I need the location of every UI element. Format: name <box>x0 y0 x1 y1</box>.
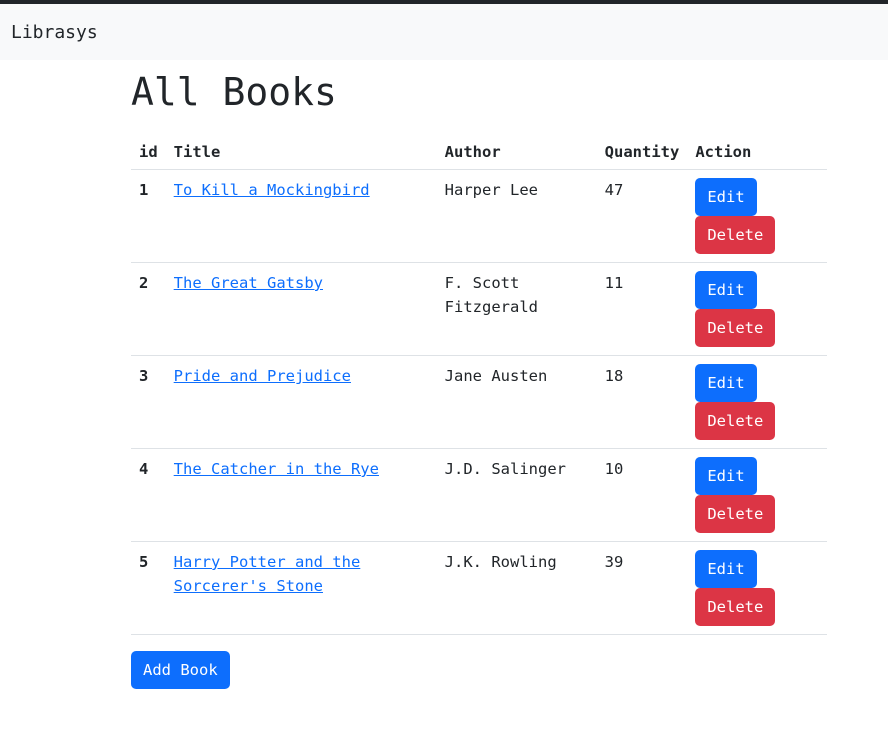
table-header-row: id Title Author Quantity Action <box>131 128 827 170</box>
edit-button[interactable]: Edit <box>695 178 757 216</box>
books-table: id Title Author Quantity Action 1 To Kil… <box>131 128 827 635</box>
book-quantity: 47 <box>596 169 688 263</box>
table-row: 5 Harry Potter and the Sorcerer's Stone … <box>131 541 827 635</box>
header-title: Title <box>165 128 437 170</box>
edit-button[interactable]: Edit <box>695 271 757 309</box>
book-title-link[interactable]: Pride and Prejudice <box>174 367 351 385</box>
book-id: 2 <box>131 262 166 356</box>
book-id: 1 <box>131 169 166 263</box>
book-author: F. Scott Fitzgerald <box>436 262 597 356</box>
book-quantity: 10 <box>596 448 688 542</box>
book-title-link[interactable]: To Kill a Mockingbird <box>174 181 370 199</box>
book-author: Jane Austen <box>436 355 597 449</box>
book-id: 4 <box>131 448 166 542</box>
book-id: 3 <box>131 355 166 449</box>
delete-button[interactable]: Delete <box>695 495 776 533</box>
book-title-link[interactable]: The Great Gatsby <box>174 274 323 292</box>
book-title-link[interactable]: The Catcher in the Rye <box>174 460 379 478</box>
navbar: Librasys <box>0 4 888 60</box>
delete-button[interactable]: Delete <box>695 402 776 440</box>
header-author: Author <box>436 128 597 170</box>
book-title-link[interactable]: Harry Potter and the Sorcerer's Stone <box>174 553 361 595</box>
delete-button[interactable]: Delete <box>695 588 776 626</box>
table-row: 1 To Kill a Mockingbird Harper Lee 47 Ed… <box>131 169 827 263</box>
header-action: Action <box>687 128 827 170</box>
book-author: J.K. Rowling <box>436 541 597 635</box>
book-id: 5 <box>131 541 166 635</box>
table-row: 3 Pride and Prejudice Jane Austen 18 Edi… <box>131 355 827 449</box>
table-row: 2 The Great Gatsby F. Scott Fitzgerald 1… <box>131 262 827 356</box>
brand-link[interactable]: Librasys <box>11 22 98 43</box>
book-author: J.D. Salinger <box>436 448 597 542</box>
delete-button[interactable]: Delete <box>695 309 776 347</box>
delete-button[interactable]: Delete <box>695 216 776 254</box>
edit-button[interactable]: Edit <box>695 550 757 588</box>
add-book-button[interactable]: Add Book <box>131 651 230 689</box>
book-author: Harper Lee <box>436 169 597 263</box>
header-quantity: Quantity <box>596 128 688 170</box>
book-quantity: 39 <box>596 541 688 635</box>
edit-button[interactable]: Edit <box>695 457 757 495</box>
header-id: id <box>131 128 166 170</box>
book-quantity: 11 <box>596 262 688 356</box>
page-title: All Books <box>131 70 337 114</box>
book-quantity: 18 <box>596 355 688 449</box>
edit-button[interactable]: Edit <box>695 364 757 402</box>
table-row: 4 The Catcher in the Rye J.D. Salinger 1… <box>131 448 827 542</box>
main-content: All Books id Title Author Quantity Actio… <box>131 60 827 689</box>
